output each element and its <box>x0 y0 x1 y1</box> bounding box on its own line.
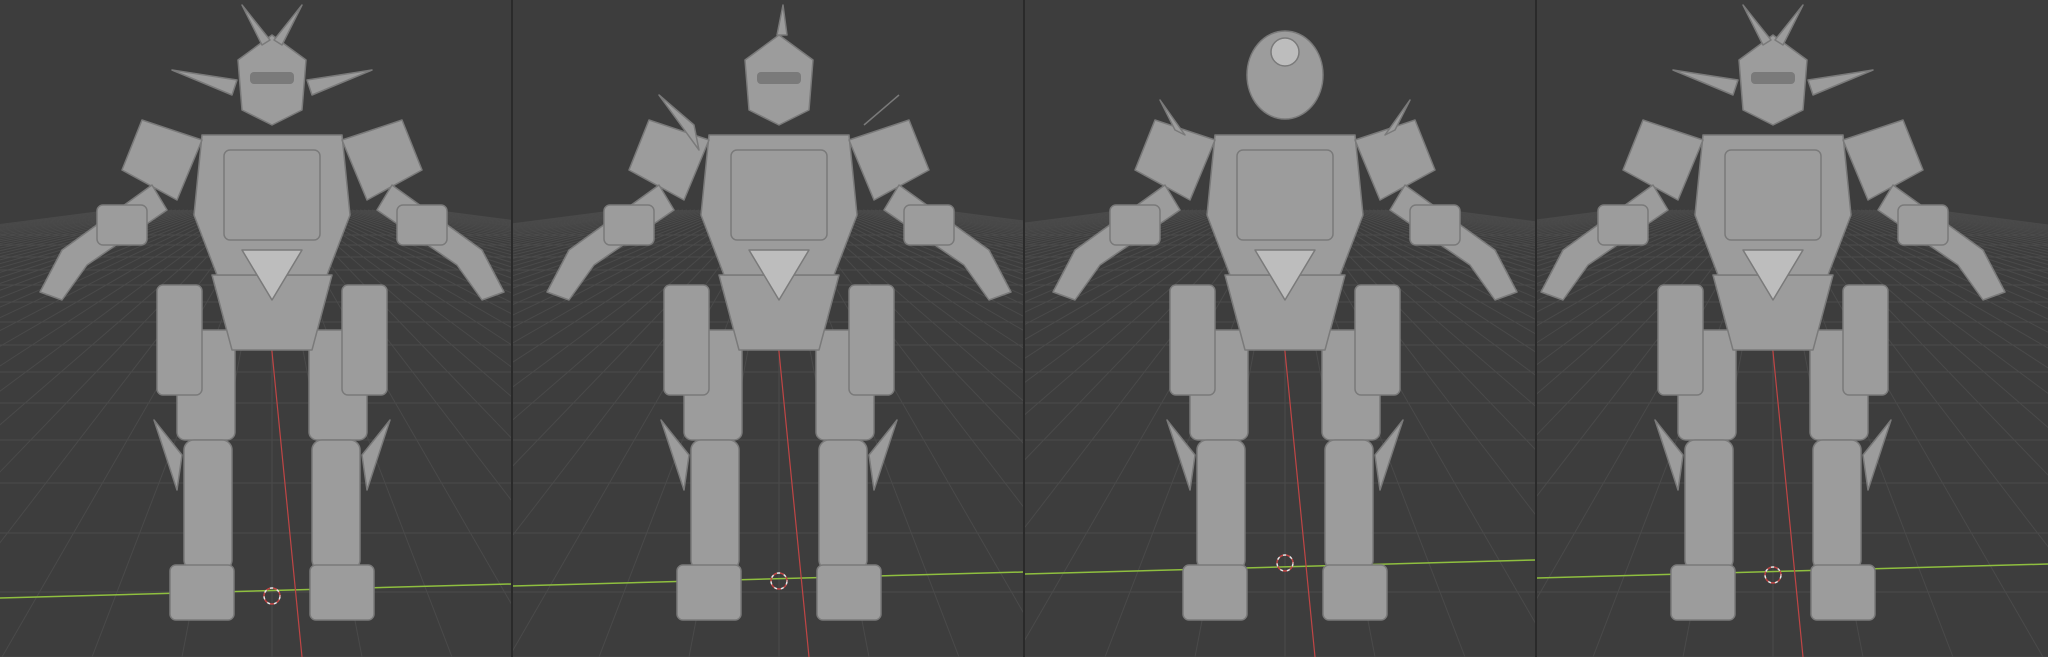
viewport-scene-4 <box>1537 0 2048 657</box>
viewport-panel-2[interactable] <box>513 0 1023 657</box>
render-strip <box>0 0 2048 657</box>
viewport-panel-3[interactable] <box>1025 0 1535 657</box>
viewport-scene-3 <box>1025 0 1535 657</box>
viewport-panel-4[interactable] <box>1537 0 2048 657</box>
viewport-panel-1[interactable] <box>0 0 511 657</box>
viewport-scene-2 <box>513 0 1023 657</box>
viewport-scene-1 <box>0 0 511 657</box>
